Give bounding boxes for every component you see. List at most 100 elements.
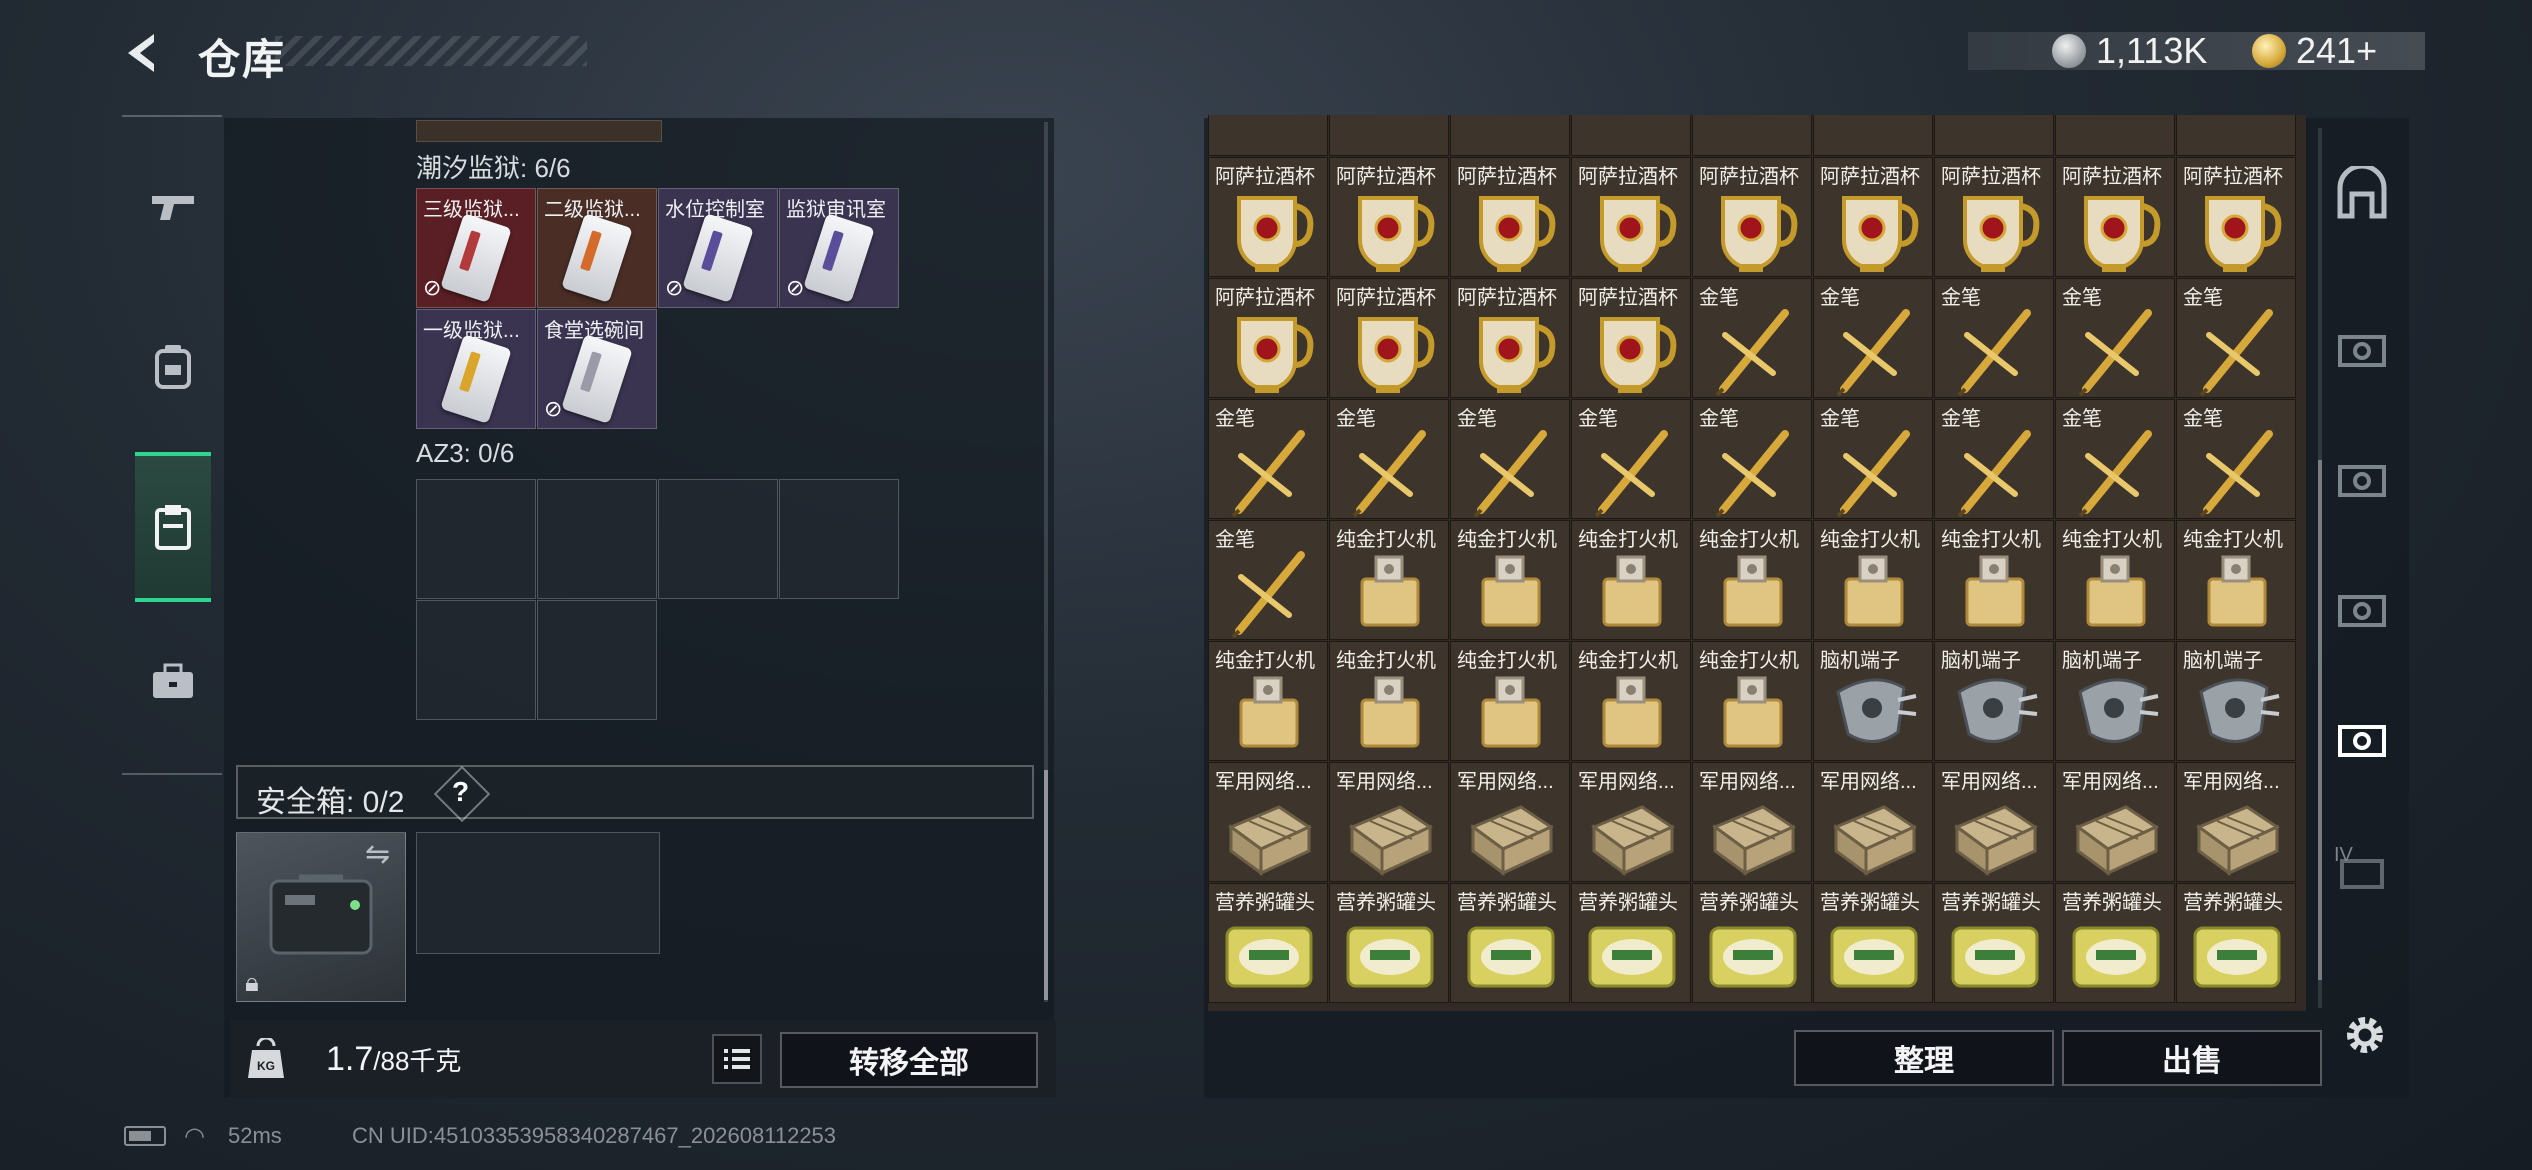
weapons-tab[interactable] xyxy=(135,156,211,256)
cases-tab[interactable] xyxy=(135,632,211,732)
stash-item-partial[interactable] xyxy=(1934,115,2054,156)
stash-item[interactable]: 阿萨拉酒杯 xyxy=(1571,278,1691,398)
stash-item[interactable]: 阿萨拉酒杯 xyxy=(1813,157,1933,277)
stash-item[interactable]: 阿萨拉酒杯 xyxy=(1934,157,2054,277)
keycard-slot[interactable]: 三级监狱... ⊘ xyxy=(416,188,536,308)
stash-item[interactable]: 军用网络... xyxy=(2176,762,2296,882)
back-icon[interactable] xyxy=(118,28,168,78)
stash-item[interactable]: 金笔 xyxy=(2055,399,2175,519)
stash-item[interactable]: 阿萨拉酒杯 xyxy=(1450,157,1570,277)
stash-item[interactable]: 军用网络... xyxy=(1934,762,2054,882)
armor-tab[interactable] xyxy=(135,316,211,416)
stash-item[interactable]: 金笔 xyxy=(1450,399,1570,519)
stash-item-partial[interactable] xyxy=(1571,115,1691,156)
stash-item[interactable]: 营养粥罐头 xyxy=(1450,883,1570,1003)
stash-item[interactable]: 金笔 xyxy=(2055,278,2175,398)
stash-item[interactable]: 纯金打火机 xyxy=(1692,641,1812,761)
stash-item[interactable]: 金笔 xyxy=(1934,278,2054,398)
empty-slot[interactable] xyxy=(537,479,657,599)
stash-item[interactable]: 营养粥罐头 xyxy=(2176,883,2296,1003)
help-icon[interactable]: ? xyxy=(452,776,469,808)
stash-item[interactable]: 纯金打火机 xyxy=(1329,641,1449,761)
stash-item[interactable]: 营养粥罐头 xyxy=(2055,883,2175,1003)
stash-item[interactable]: 金笔 xyxy=(1208,399,1328,519)
keycard-slot[interactable]: 水位控制室 ⊘ xyxy=(658,188,778,308)
rail-page-tab-active[interactable] xyxy=(2326,690,2398,790)
rail-page-tab[interactable] xyxy=(2326,560,2398,660)
stash-item[interactable]: 金笔 xyxy=(2176,278,2296,398)
stash-item[interactable]: 金笔 xyxy=(2176,399,2296,519)
stash-item[interactable]: 阿萨拉酒杯 xyxy=(2055,157,2175,277)
stash-item[interactable]: 纯金打火机 xyxy=(1450,520,1570,640)
stash-item[interactable]: 脑机端子 xyxy=(1934,641,2054,761)
stash-item[interactable]: 军用网络... xyxy=(2055,762,2175,882)
empty-slot[interactable] xyxy=(416,600,536,720)
empty-slot[interactable] xyxy=(537,600,657,720)
empty-slot[interactable] xyxy=(658,479,778,599)
stash-item[interactable]: 纯金打火机 xyxy=(1934,520,2054,640)
stash-item[interactable]: 纯金打火机 xyxy=(1208,641,1328,761)
stash-item[interactable]: 军用网络... xyxy=(1208,762,1328,882)
sort-button[interactable]: 整理 xyxy=(1794,1030,2054,1086)
stash-item[interactable]: 军用网络... xyxy=(1813,762,1933,882)
stash-item[interactable]: 纯金打火机 xyxy=(2176,520,2296,640)
stash-scrollbar-thumb[interactable] xyxy=(2318,460,2322,980)
stash-item[interactable]: 金笔 xyxy=(1934,399,2054,519)
stash-item[interactable]: 纯金打火机 xyxy=(1450,641,1570,761)
stash-item[interactable]: 金笔 xyxy=(1813,278,1933,398)
stash-item[interactable]: 阿萨拉酒杯 xyxy=(1571,157,1691,277)
stash-item[interactable]: 脑机端子 xyxy=(1813,641,1933,761)
stash-item[interactable]: 金笔 xyxy=(1571,399,1691,519)
stash-item[interactable]: 军用网络... xyxy=(1450,762,1570,882)
stash-item-partial[interactable] xyxy=(2176,115,2296,156)
keycard-slot[interactable]: 食堂选碗间 ⊘ xyxy=(537,309,657,429)
stash-item[interactable]: 纯金打火机 xyxy=(1692,520,1812,640)
stash-item[interactable]: 营养粥罐头 xyxy=(1208,883,1328,1003)
rail-page-tab[interactable] xyxy=(2326,300,2398,400)
sell-button[interactable]: 出售 xyxy=(2062,1030,2322,1086)
stash-item[interactable]: 营养粥罐头 xyxy=(1571,883,1691,1003)
stash-item[interactable]: 阿萨拉酒杯 xyxy=(1208,157,1328,277)
keycard-slot[interactable]: 二级监狱... xyxy=(537,188,657,308)
stash-item[interactable]: 脑机端子 xyxy=(2176,641,2296,761)
stash-item-partial[interactable] xyxy=(1208,115,1328,156)
stash-item[interactable]: 金笔 xyxy=(1692,278,1812,398)
stash-item[interactable]: 纯金打火机 xyxy=(1329,520,1449,640)
stash-item[interactable]: 纯金打火机 xyxy=(1571,641,1691,761)
stash-item[interactable]: 纯金打火机 xyxy=(2055,520,2175,640)
stash-item-partial[interactable] xyxy=(1329,115,1449,156)
stash-item[interactable]: 营养粥罐头 xyxy=(1329,883,1449,1003)
stash-item[interactable]: 金笔 xyxy=(1208,520,1328,640)
containers-tab[interactable] xyxy=(135,452,211,602)
stash-item[interactable]: 阿萨拉酒杯 xyxy=(1208,278,1328,398)
stash-item[interactable]: 阿萨拉酒杯 xyxy=(1329,278,1449,398)
stash-item-partial[interactable] xyxy=(1450,115,1570,156)
stash-item-partial[interactable] xyxy=(1692,115,1812,156)
stash-item-partial[interactable] xyxy=(1813,115,1933,156)
empty-slot[interactable] xyxy=(416,479,536,599)
rail-page-tab[interactable] xyxy=(2326,430,2398,530)
rail-page-tab[interactable]: IV xyxy=(2326,820,2398,920)
stash-grid[interactable]: 阿萨拉酒杯 阿萨拉酒杯 阿萨拉酒杯 阿萨拉酒杯 阿萨拉酒杯 阿萨拉酒杯 阿萨拉酒杯 阿萨拉酒杯… xyxy=(1208,115,2306,1011)
container-scrollbar-thumb[interactable] xyxy=(1044,770,1048,1000)
keycard-slot[interactable]: 一级监狱... xyxy=(416,309,536,429)
stash-item[interactable]: 阿萨拉酒杯 xyxy=(1450,278,1570,398)
stash-item-partial[interactable] xyxy=(2055,115,2175,156)
stash-item[interactable]: 脑机端子 xyxy=(2055,641,2175,761)
rail-stash-tab[interactable] xyxy=(2326,144,2398,244)
gold-currency[interactable]: 241+ xyxy=(2252,28,2377,74)
stash-item[interactable]: 阿萨拉酒杯 xyxy=(2176,157,2296,277)
stash-item[interactable]: 金笔 xyxy=(1692,399,1812,519)
stash-item[interactable]: 金笔 xyxy=(1329,399,1449,519)
stash-item[interactable]: 纯金打火机 xyxy=(1571,520,1691,640)
stash-item[interactable]: 军用网络... xyxy=(1571,762,1691,882)
stash-item[interactable]: 军用网络... xyxy=(1692,762,1812,882)
stash-item[interactable]: 纯金打火机 xyxy=(1813,520,1933,640)
stash-item[interactable]: 阿萨拉酒杯 xyxy=(1692,157,1812,277)
stash-item[interactable]: 营养粥罐头 xyxy=(1813,883,1933,1003)
stash-item[interactable]: 金笔 xyxy=(1813,399,1933,519)
list-view-button[interactable] xyxy=(712,1034,762,1084)
transfer-all-button[interactable]: 转移全部 xyxy=(780,1032,1038,1088)
stash-item[interactable]: 军用网络... xyxy=(1329,762,1449,882)
stash-item[interactable]: 营养粥罐头 xyxy=(1692,883,1812,1003)
